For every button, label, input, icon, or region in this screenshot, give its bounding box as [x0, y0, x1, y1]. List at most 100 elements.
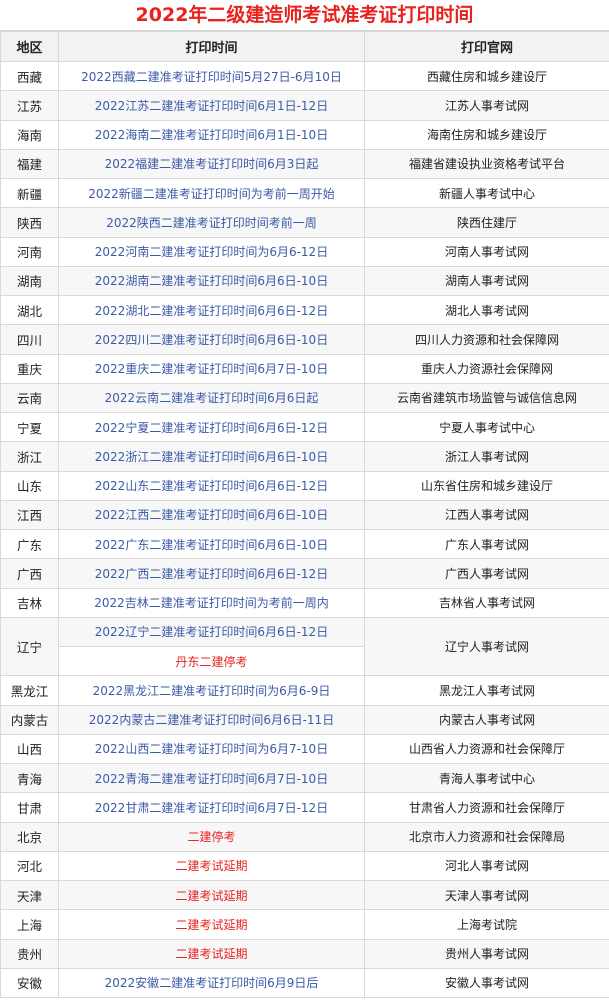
print-time-link[interactable]: 2022广西二建准考证打印时间6月6日-12日 [58, 558, 365, 589]
print-time-link[interactable]: 2022江苏二建准考证打印时间6月1日-12日 [58, 90, 365, 121]
print-time-link[interactable]: 2022吉林二建准考证打印时间为考前一周内 [58, 587, 365, 618]
table-row: 湖北 2022湖北二建准考证打印时间6月6日-12日 湖北人事考试网 [0, 294, 609, 326]
table-row: 黑龙江 2022黑龙江二建准考证打印时间为6月6-9日 黑龙江人事考试网 [0, 675, 609, 706]
print-time-link[interactable]: 2022浙江二建准考证打印时间6月6日-10日 [58, 441, 365, 472]
region-cell: 上海 [0, 909, 59, 940]
table-row: 甘肃 2022甘肃二建准考证打印时间6月7日-12日 甘肃省人力资源和社会保障厅 [0, 792, 609, 823]
official-site-cell: 广东人事考试网 [364, 528, 609, 560]
print-time-link[interactable]: 2022广东二建准考证打印时间6月6日-10日 [58, 528, 365, 560]
table-row: 浙江 2022浙江二建准考证打印时间6月6日-10日 浙江人事考试网 [0, 441, 609, 472]
print-time-link[interactable]: 2022新疆二建准考证打印时间为考前一周开始 [58, 177, 365, 209]
print-time-link[interactable]: 2022山东二建准考证打印时间6月6日-12日 [58, 470, 365, 501]
table-row: 河南 2022河南二建准考证打印时间为6月6-12日 河南人事考试网 [0, 236, 609, 267]
print-time-link[interactable]: 二建停考 [58, 821, 365, 852]
table-row: 江苏 2022江苏二建准考证打印时间6月1日-12日 江苏人事考试网 [0, 90, 609, 121]
region-cell: 贵州 [0, 938, 59, 969]
official-site-cell: 陕西住建厅 [364, 207, 609, 238]
print-time-link[interactable]: 二建考试延期 [58, 850, 365, 882]
official-site-cell: 黑龙江人事考试网 [364, 675, 609, 706]
print-time-link[interactable]: 2022福建二建准考证打印时间6月3日起 [58, 148, 365, 180]
print-time-link[interactable]: 二建考试延期 [58, 909, 365, 940]
header-region: 地区 [0, 31, 59, 62]
region-cell: 河南 [0, 236, 59, 267]
print-time-link[interactable]: 2022内蒙古二建准考证打印时间6月6日-11日 [58, 704, 365, 735]
print-time-link[interactable]: 2022陕西二建准考证打印时间考前一周 [58, 207, 365, 238]
region-cell: 陕西 [0, 207, 59, 238]
table-row: 山西 2022山西二建准考证打印时间为6月7-10日 山西省人力资源和社会保障厅 [0, 733, 609, 765]
print-time-link[interactable]: 2022湖北二建准考证打印时间6月6日-12日 [58, 294, 365, 326]
print-time-link[interactable]: 2022四川二建准考证打印时间6月6日-10日 [58, 324, 365, 355]
region-cell: 浙江 [0, 441, 59, 472]
print-time-link[interactable]: 2022云南二建准考证打印时间6月6日起 [58, 382, 365, 414]
official-site-cell: 甘肃省人力资源和社会保障厅 [364, 792, 609, 823]
official-site-cell: 上海考试院 [364, 909, 609, 940]
official-site-cell: 海南住房和城乡建设厅 [364, 119, 609, 150]
print-time-link[interactable]: 2022安徽二建准考证打印时间6月9日后 [58, 967, 365, 999]
official-site-cell: 重庆人力资源社会保障网 [364, 353, 609, 384]
official-site-cell: 山西省人力资源和社会保障厅 [364, 733, 609, 765]
table-row: 吉林 2022吉林二建准考证打印时间为考前一周内 吉林省人事考试网 [0, 587, 609, 618]
official-site-cell: 河南人事考试网 [364, 236, 609, 267]
official-site-cell: 山东省住房和城乡建设厅 [364, 470, 609, 501]
official-site-cell: 河北人事考试网 [364, 850, 609, 882]
print-time-link[interactable]: 二建考试延期 [58, 879, 365, 911]
table-row: 广东 2022广东二建准考证打印时间6月6日-10日 广东人事考试网 [0, 528, 609, 560]
official-site-cell: 吉林省人事考试网 [364, 587, 609, 618]
official-site-cell: 云南省建筑市场监管与诚信信息网 [364, 382, 609, 414]
official-site-cell: 安徽人事考试网 [364, 967, 609, 999]
region-cell: 北京 [0, 821, 59, 852]
official-site-cell: 贵州人事考试网 [364, 938, 609, 969]
print-time-link[interactable]: 2022青海二建准考证打印时间6月7日-10日 [58, 762, 365, 794]
print-time-link[interactable]: 2022海南二建准考证打印时间6月1日-10日 [58, 119, 365, 150]
table-row: 广西 2022广西二建准考证打印时间6月6日-12日 广西人事考试网 [0, 558, 609, 589]
print-time-link[interactable]: 2022河南二建准考证打印时间为6月6-12日 [58, 236, 365, 267]
page-title: 2022年二级建造师考试准考证打印时间 [0, 0, 609, 31]
region-cell: 海南 [0, 119, 59, 150]
schedule-table: 地区 打印时间 打印官网 西藏 2022西藏二建准考证打印时间5月27日-6月10… [0, 31, 609, 999]
print-time-link[interactable]: 2022宁夏二建准考证打印时间6月6日-12日 [58, 411, 365, 443]
region-cell: 湖南 [0, 265, 59, 297]
official-site-cell: 广西人事考试网 [364, 558, 609, 589]
table-row: 安徽 2022安徽二建准考证打印时间6月9日后 安徽人事考试网 [0, 967, 609, 999]
region-cell: 江苏 [0, 90, 59, 121]
official-site-cell: 江西人事考试网 [364, 499, 609, 531]
region-cell: 西藏 [0, 60, 59, 92]
print-time-link[interactable]: 2022西藏二建准考证打印时间5月27日-6月10日 [58, 60, 365, 92]
official-site-cell: 青海人事考试中心 [364, 762, 609, 794]
print-time-link[interactable]: 2022湖南二建准考证打印时间6月6日-10日 [58, 265, 365, 297]
print-time-link[interactable]: 2022山西二建准考证打印时间为6月7-10日 [58, 733, 365, 765]
official-site-cell: 新疆人事考试中心 [364, 177, 609, 209]
table-row: 内蒙古 2022内蒙古二建准考证打印时间6月6日-11日 内蒙古人事考试网 [0, 704, 609, 735]
table-row: 福建 2022福建二建准考证打印时间6月3日起 福建省建设执业资格考试平台 [0, 148, 609, 180]
table-row: 上海 二建考试延期 上海考试院 [0, 909, 609, 940]
table-row: 西藏 2022西藏二建准考证打印时间5月27日-6月10日 西藏住房和城乡建设厅 [0, 60, 609, 92]
region-cell: 青海 [0, 762, 59, 794]
region-cell: 吉林 [0, 587, 59, 618]
official-site-cell: 天津人事考试网 [364, 879, 609, 911]
print-time-link[interactable]: 2022辽宁二建准考证打印时间6月6日-12日 [58, 616, 365, 648]
table-row: 海南 2022海南二建准考证打印时间6月1日-10日 海南住房和城乡建设厅 [0, 119, 609, 150]
print-time-link[interactable]: 二建考试延期 [58, 938, 365, 969]
suspension-note[interactable]: 丹东二建停考 [58, 645, 365, 677]
region-cell: 广西 [0, 558, 59, 589]
region-cell: 新疆 [0, 177, 59, 209]
header-print-time: 打印时间 [58, 31, 365, 62]
table-row: 天津 二建考试延期 天津人事考试网 [0, 879, 609, 911]
print-time-link[interactable]: 2022重庆二建准考证打印时间6月7日-10日 [58, 353, 365, 384]
region-cell: 黑龙江 [0, 675, 59, 706]
region-cell: 江西 [0, 499, 59, 531]
table-header-row: 地区 打印时间 打印官网 [0, 31, 609, 62]
table-row: 青海 2022青海二建准考证打印时间6月7日-10日 青海人事考试中心 [0, 762, 609, 794]
official-site-cell: 四川人力资源和社会保障网 [364, 324, 609, 355]
official-site-cell: 浙江人事考试网 [364, 441, 609, 472]
region-cell: 河北 [0, 850, 59, 882]
print-time-link[interactable]: 2022黑龙江二建准考证打印时间为6月6-9日 [58, 675, 365, 706]
official-site-cell: 福建省建设执业资格考试平台 [364, 148, 609, 180]
header-official-site: 打印官网 [364, 31, 609, 62]
official-site-cell: 西藏住房和城乡建设厅 [364, 60, 609, 92]
region-cell: 重庆 [0, 353, 59, 384]
print-time-link[interactable]: 2022甘肃二建准考证打印时间6月7日-12日 [58, 792, 365, 823]
print-time-link[interactable]: 2022江西二建准考证打印时间6月6日-10日 [58, 499, 365, 531]
table-row: 北京 二建停考 北京市人力资源和社会保障局 [0, 821, 609, 852]
region-cell: 湖北 [0, 294, 59, 326]
